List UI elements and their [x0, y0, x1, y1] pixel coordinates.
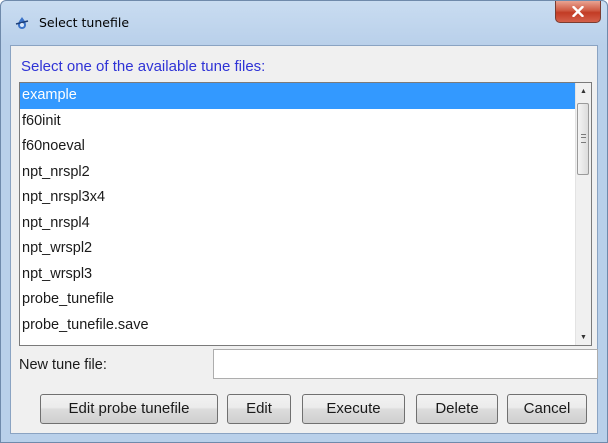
tunefile-list-item[interactable]: npt_wrspl3: [20, 262, 575, 288]
tunefile-list-item[interactable]: npt_nrspl2: [20, 160, 575, 186]
tunefile-list-item[interactable]: npt_nrspl4: [20, 211, 575, 237]
edit-button[interactable]: Edit: [227, 394, 291, 424]
scroll-up-arrow-icon[interactable]: ▲: [576, 83, 591, 99]
button-row: Edit probe tunefile Edit Execute Delete …: [11, 394, 597, 424]
dialog-window: Select tunefile Select one of the availa…: [0, 0, 608, 443]
tunefile-list-items: example f60init f60noeval npt_nrspl2 npt_nrs…: [20, 83, 575, 345]
tunefile-list-item[interactable]: npt_wrspl2: [20, 236, 575, 262]
title-bar[interactable]: Select tunefile: [1, 1, 607, 41]
execute-button[interactable]: Execute: [302, 394, 405, 424]
cancel-button[interactable]: Cancel: [507, 394, 587, 424]
tunefile-list-item[interactable]: probe_tunefile: [20, 287, 575, 313]
tunefile-list-item[interactable]: example: [20, 83, 575, 109]
dialog-body: Select one of the available tune files: …: [10, 45, 598, 434]
prompt-label: Select one of the available tune files:: [21, 58, 266, 75]
scroll-thumb[interactable]: [577, 103, 589, 175]
topspin-icon: [15, 17, 29, 29]
delete-button[interactable]: Delete: [416, 394, 498, 424]
scroll-down-arrow-icon[interactable]: ▼: [576, 329, 591, 345]
close-icon: [572, 6, 584, 17]
new-tune-file-input[interactable]: [213, 349, 598, 379]
tunefile-list-item[interactable]: probe_tunefile.save: [20, 313, 575, 339]
edit-probe-tunefile-button[interactable]: Edit probe tunefile: [40, 394, 218, 424]
tunefile-list-item[interactable]: npt_nrspl3x4: [20, 185, 575, 211]
new-tune-file-label: New tune file:: [19, 357, 107, 373]
tunefile-list-item[interactable]: f60noeval: [20, 134, 575, 160]
window-title: Select tunefile: [39, 15, 130, 30]
grip-icon: [581, 134, 586, 143]
vertical-scrollbar[interactable]: ▲ ▼: [575, 83, 591, 345]
close-button[interactable]: [555, 1, 601, 23]
tunefile-list-item[interactable]: f60init: [20, 109, 575, 135]
tunefile-list[interactable]: example f60init f60noeval npt_nrspl2 npt_nrs…: [19, 82, 592, 346]
